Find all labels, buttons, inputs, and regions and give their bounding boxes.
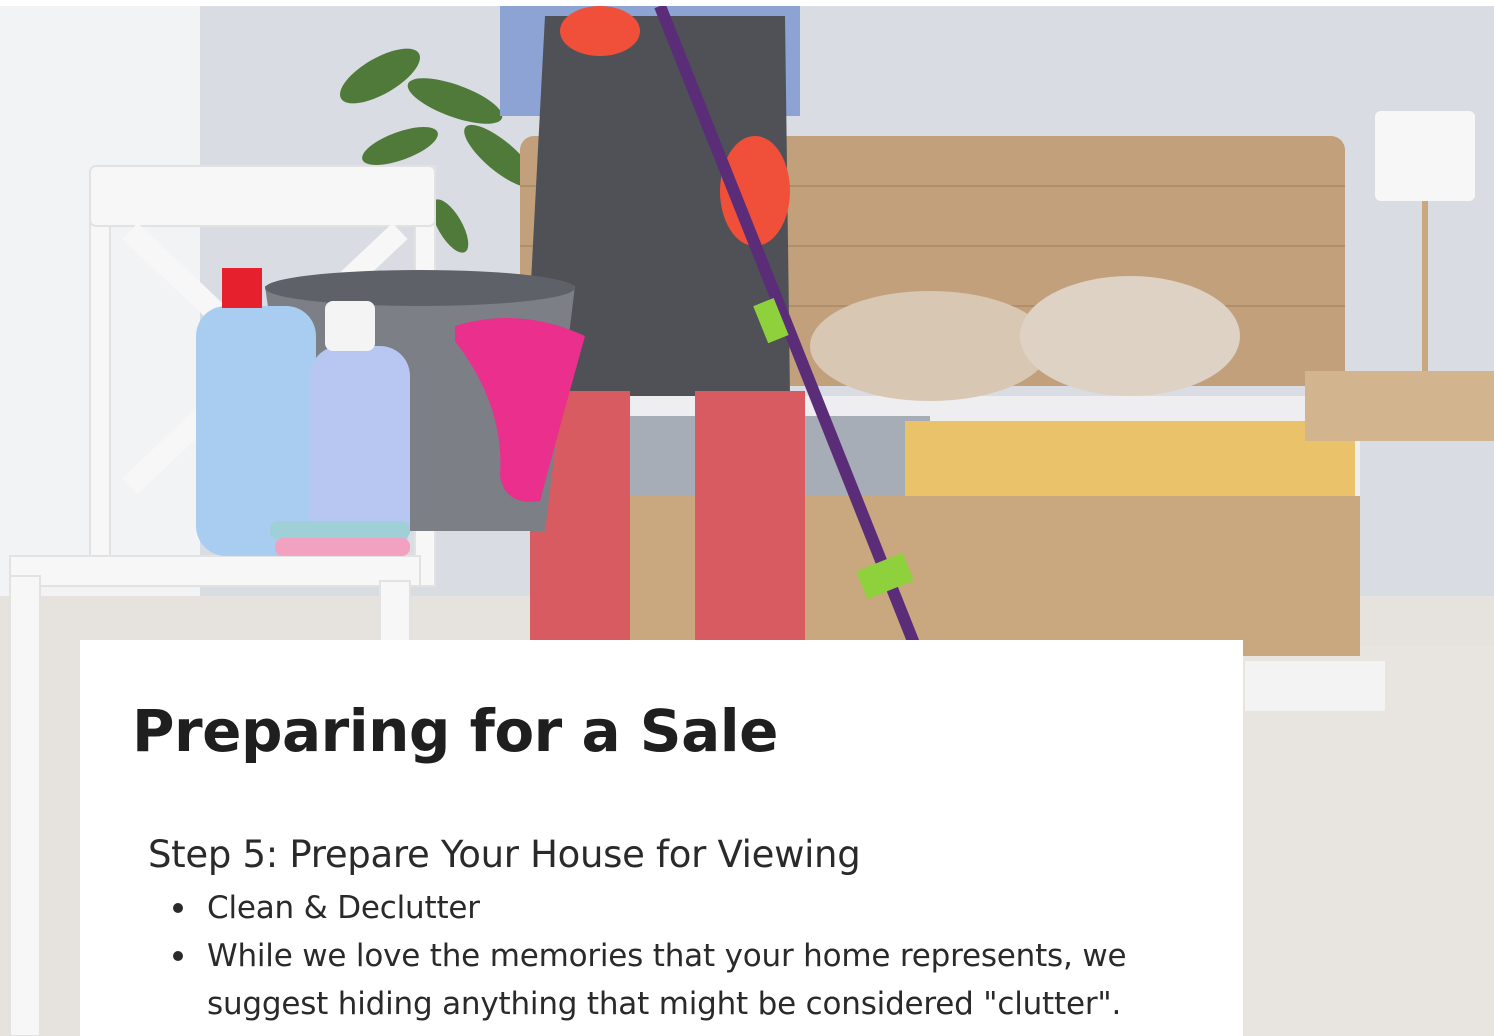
list-item-text: Clean & Declutter bbox=[207, 890, 480, 926]
bullet-icon bbox=[173, 951, 183, 961]
content-card: Preparing for a Sale Step 5: Prepare You… bbox=[80, 640, 1243, 1036]
list-item: Clean & Declutter bbox=[173, 884, 1197, 932]
step-heading: Step 5: Prepare Your House for Viewing bbox=[148, 833, 861, 876]
bullet-icon bbox=[173, 903, 183, 913]
page-title: Preparing for a Sale bbox=[132, 697, 778, 765]
bullet-list: Clean & Declutter While we love the memo… bbox=[173, 884, 1197, 1028]
list-item: While we love the memories that your hom… bbox=[173, 932, 1197, 1028]
list-item-text: While we love the memories that your hom… bbox=[207, 938, 1127, 1022]
